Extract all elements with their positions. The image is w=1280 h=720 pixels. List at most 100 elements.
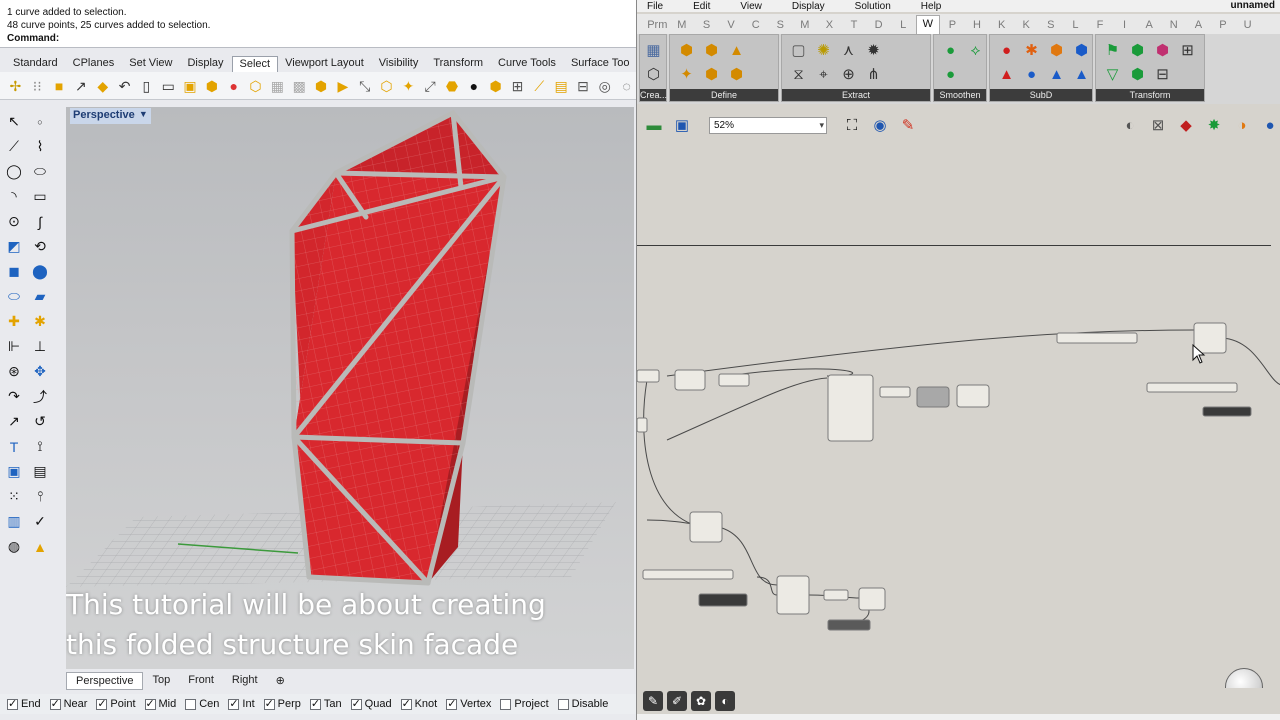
wb-vertex-icon[interactable]: ✦	[674, 62, 699, 86]
tab-viewport-layout[interactable]: Viewport Layout	[278, 56, 372, 72]
rectangle-icon[interactable]: ▭	[28, 185, 52, 208]
osnap-int[interactable]: Int	[228, 697, 255, 710]
canvas-widget-icon[interactable]: ◐	[715, 691, 735, 711]
menu-display[interactable]: Display	[792, 1, 825, 12]
gh-tab-s2[interactable]: S	[1039, 19, 1064, 34]
wb-split-icon[interactable]: ⋏	[836, 38, 861, 62]
osnap-mid[interactable]: Mid	[144, 697, 176, 710]
surface-edge-icon[interactable]: ◩	[2, 235, 26, 258]
gh-tab-h[interactable]: H	[965, 19, 990, 34]
select-more-icon[interactable]: ◌	[617, 75, 636, 96]
gh-tab-display[interactable]: D	[866, 19, 891, 34]
osnap-disable-checkbox[interactable]	[557, 698, 569, 710]
menu-file[interactable]: File	[647, 1, 663, 12]
sphere-icon[interactable]: ⬤	[28, 260, 52, 283]
polyline-icon[interactable]: ⟋	[2, 135, 26, 158]
perspective-viewport[interactable]: Perspective ▼ This tutorial will be abou…	[66, 107, 634, 669]
zoom-dropdown-icon[interactable]: ▾	[819, 118, 824, 133]
curve-cv-icon[interactable]: ⌇	[28, 135, 52, 158]
gh-tab-a[interactable]: A	[1137, 19, 1162, 34]
wb-gear-icon[interactable]: ✺	[811, 38, 836, 62]
gh-tab-n[interactable]: N	[1161, 19, 1186, 34]
select-by-color-icon[interactable]: ●	[224, 75, 243, 96]
osnap-quad-checkbox[interactable]	[350, 697, 362, 710]
gh-tab-p[interactable]: P	[940, 19, 965, 34]
osnap-end[interactable]: End	[7, 697, 41, 710]
select-blocks-icon[interactable]: ⬢	[312, 75, 331, 96]
select-mesh-icon[interactable]: ▦	[268, 75, 287, 96]
osnap-knot[interactable]: Knot	[400, 697, 437, 710]
wb-join-icon[interactable]: ⬡	[641, 62, 666, 86]
osnap-perp[interactable]: Perp	[263, 697, 301, 710]
select-previous-icon[interactable]: ⬣	[443, 75, 462, 96]
tab-select[interactable]: Select	[231, 56, 279, 72]
array-icon[interactable]: ⁙	[2, 485, 26, 508]
gh-tab-p2[interactable]: P	[1211, 19, 1236, 34]
wb-window-icon[interactable]: ⬢	[1150, 38, 1175, 62]
wb-loop-icon[interactable]: ●	[938, 38, 963, 62]
wb-triangle-icon[interactable]: ▲	[724, 38, 749, 62]
osnap-tan-checkbox[interactable]	[309, 697, 321, 710]
circle-icon[interactable]: ◯	[2, 160, 26, 183]
gh-tab-weaverbird[interactable]: W	[915, 15, 941, 34]
wb-sphere-blue-icon[interactable]: ●	[1019, 62, 1044, 86]
tab-cplanes[interactable]: CPlanes	[66, 56, 123, 72]
sketch-pen-icon[interactable]: ✎	[897, 115, 919, 135]
wb-settings-icon[interactable]: ✹	[861, 38, 886, 62]
gh-canvas[interactable]	[637, 140, 1280, 688]
select-text-icon[interactable]: ▣	[181, 75, 200, 96]
preview-wire-icon[interactable]: ⊠	[1147, 115, 1169, 135]
gh-tab-sets[interactable]: S	[694, 19, 719, 34]
select-all-icon[interactable]: ⁝⁝	[28, 75, 47, 96]
gh-tab-maths[interactable]: M	[670, 19, 695, 34]
osnap-point[interactable]: Point	[96, 697, 136, 710]
rebuild-icon[interactable]: ↷	[2, 385, 26, 408]
select-curves-icon[interactable]: ■	[50, 75, 69, 96]
osnap-cen[interactable]: Cen	[185, 698, 219, 710]
split-icon[interactable]: ⊥	[28, 335, 52, 358]
align-icon[interactable]: ⫯	[28, 485, 52, 508]
preview-material-icon[interactable]: ◑	[1231, 115, 1253, 135]
select-control-icon[interactable]: ⊟	[574, 75, 593, 96]
preview-shaded-icon[interactable]: ◆	[1175, 115, 1197, 135]
explode-icon[interactable]: ✥	[28, 360, 52, 383]
osnap-point-checkbox[interactable]	[96, 697, 108, 710]
select-pointcloud-icon[interactable]: ✦	[399, 75, 418, 96]
text-icon[interactable]: T	[2, 435, 26, 458]
wb-frame-icon[interactable]: ⬢	[1125, 62, 1150, 86]
trim-icon[interactable]: ⊩	[2, 335, 26, 358]
osnap-vertex[interactable]: Vertex	[446, 697, 491, 710]
osnap-quad[interactable]: Quad	[350, 697, 392, 710]
osnap-project-checkbox[interactable]	[500, 698, 512, 710]
arc-icon[interactable]: ◝	[2, 185, 26, 208]
offset-icon[interactable]: ⤴	[28, 385, 52, 408]
viewport-tab-perspective[interactable]: Perspective	[66, 672, 144, 690]
tab-display[interactable]: Display	[180, 56, 231, 72]
gh-tab-vector[interactable]: V	[719, 19, 744, 34]
select-wire-icon[interactable]: ⟋	[530, 75, 549, 96]
wb-edges-icon[interactable]: ⧖	[786, 62, 811, 86]
select-lights-icon[interactable]: ▯	[137, 75, 156, 96]
osnap-cen-checkbox[interactable]	[185, 698, 197, 710]
save-file-icon[interactable]: ▣	[671, 115, 693, 135]
osnap-disable[interactable]: Disable	[557, 698, 608, 710]
select-dims-icon[interactable]: ▭	[159, 75, 178, 96]
viewport-menu-caret-icon[interactable]: ▼	[139, 109, 148, 119]
menu-solution[interactable]: Solution	[855, 1, 891, 12]
sweep-icon[interactable]: ⟲	[28, 235, 52, 258]
polygon-icon[interactable]: ⊙	[2, 210, 26, 233]
osnap-int-checkbox[interactable]	[228, 697, 240, 710]
tab-set-view[interactable]: Set View	[122, 56, 180, 72]
select-open-icon[interactable]: ◆	[93, 75, 112, 96]
select-groups-icon[interactable]: ▩	[290, 75, 309, 96]
viewport-tab-right[interactable]: Right	[223, 672, 267, 690]
select-polysurface-icon[interactable]: ⬡	[246, 75, 265, 96]
gh-tab-curve[interactable]: C	[743, 19, 768, 34]
gh-tab-intersect[interactable]: X	[817, 19, 842, 34]
gh-tab-i[interactable]: I	[1112, 19, 1137, 34]
wb-smooth-icon[interactable]: ⟡	[963, 38, 988, 62]
hatch-icon[interactable]: ▤	[28, 460, 52, 483]
osnap-project[interactable]: Project	[500, 698, 549, 710]
gh-tab-transform[interactable]: T	[842, 19, 867, 34]
zoom-extents-icon[interactable]: ⛶	[841, 115, 863, 135]
